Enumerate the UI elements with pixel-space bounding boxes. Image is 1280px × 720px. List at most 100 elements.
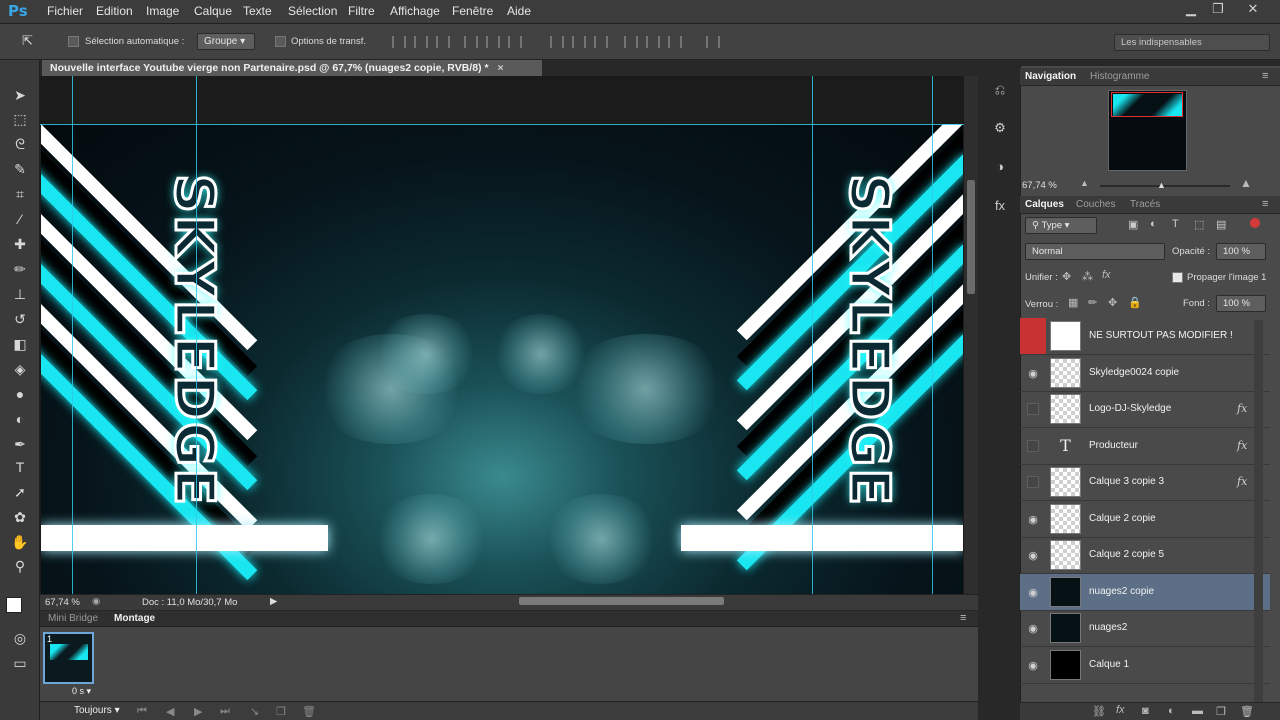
distribute-vcenter-icon[interactable]: [572, 36, 586, 48]
tab-montage[interactable]: Montage: [114, 613, 155, 624]
tab-mini-bridge[interactable]: Mini Bridge: [48, 613, 98, 624]
layer-name[interactable]: Calque 1: [1089, 659, 1129, 670]
move-tool-icon[interactable]: ⇱: [22, 33, 33, 49]
tween-icon[interactable]: ↘: [250, 705, 259, 718]
paint-bucket-icon[interactable]: ◈: [10, 359, 30, 379]
menu-edition[interactable]: Edition: [96, 4, 133, 18]
fx-icon[interactable]: fx: [1237, 402, 1247, 415]
hand-tool-icon[interactable]: ✋: [10, 532, 30, 552]
layer-row[interactable]: NE SURTOUT PAS MODIFIER !: [1020, 318, 1270, 355]
path-select-icon[interactable]: ➚: [10, 482, 30, 502]
blur-tool-icon[interactable]: ●: [10, 384, 30, 404]
align-hcenter-icon[interactable]: [486, 36, 500, 48]
eye-icon[interactable]: ◉: [1026, 622, 1040, 635]
eye-icon[interactable]: ◉: [1026, 549, 1040, 562]
unify-visibility-icon[interactable]: ⁂: [1082, 270, 1093, 283]
adjustments-panel-icon[interactable]: ⚙: [990, 118, 1010, 138]
align-right-icon[interactable]: [508, 36, 522, 48]
filter-adjust-icon[interactable]: ◐: [1150, 218, 1157, 230]
auto-align-icon[interactable]: [706, 36, 720, 48]
filter-type-icon[interactable]: T: [1172, 218, 1179, 230]
healing-brush-icon[interactable]: ✚: [10, 234, 30, 254]
pen-tool-icon[interactable]: ✒: [10, 434, 30, 454]
minimize-button[interactable]: ▁: [1180, 1, 1202, 17]
duplicate-frame-icon[interactable]: ❐: [276, 705, 286, 718]
layer-row[interactable]: Calque 3 copie 3 fx: [1020, 464, 1270, 501]
layer-row[interactable]: ◉ nuages2: [1020, 610, 1270, 647]
layer-name[interactable]: Producteur: [1089, 440, 1138, 451]
lock-all-icon[interactable]: 🔒: [1128, 296, 1142, 309]
unify-style-icon[interactable]: fx: [1102, 269, 1111, 281]
crop-tool-icon[interactable]: ⌗: [10, 184, 30, 204]
filter-shape-icon[interactable]: ⬚: [1194, 218, 1204, 231]
eye-icon[interactable]: ◉: [1026, 586, 1040, 599]
layer-name[interactable]: nuages2 copie: [1089, 586, 1154, 597]
tab-channels[interactable]: Couches: [1076, 199, 1115, 210]
styles-panel-icon[interactable]: ◑: [990, 157, 1010, 177]
filter-smart-icon[interactable]: ▤: [1216, 218, 1226, 231]
zoom-level[interactable]: 67,74 %: [45, 597, 80, 608]
menu-fichier[interactable]: Fichier: [47, 4, 83, 18]
prev-frame-icon[interactable]: ◀: [166, 705, 174, 718]
filter-pixel-icon[interactable]: ▣: [1128, 218, 1138, 231]
layer-row[interactable]: ◉ Calque 1: [1020, 647, 1270, 684]
new-group-icon[interactable]: ▬: [1192, 705, 1203, 717]
lock-transparent-icon[interactable]: ▦: [1068, 296, 1078, 309]
loop-dropdown[interactable]: Toujours ▾: [74, 705, 120, 716]
fx-icon[interactable]: fx: [1237, 475, 1247, 488]
quick-select-tool-icon[interactable]: ✎: [10, 159, 30, 179]
close-window-button[interactable]: ✕: [1242, 1, 1264, 17]
document-tab[interactable]: Nouvelle interface Youtube vierge non Pa…: [42, 60, 542, 76]
layer-row[interactable]: Logo-DJ-Skyledge fx: [1020, 391, 1270, 428]
layer-name[interactable]: Calque 2 copie 5: [1089, 549, 1164, 560]
animation-frame-1[interactable]: 1: [43, 632, 94, 684]
guide-vertical-4[interactable]: [932, 76, 933, 594]
menu-affichage[interactable]: Affichage: [390, 4, 440, 18]
status-menu-arrow-icon[interactable]: ▶: [270, 596, 277, 607]
add-style-icon[interactable]: fx: [1116, 704, 1125, 716]
zoom-out-icon[interactable]: ▲: [1080, 178, 1089, 188]
distribute-hcenter-icon[interactable]: [646, 36, 660, 48]
propagate-checkbox[interactable]: [1172, 272, 1183, 283]
align-top-icon[interactable]: [392, 36, 406, 48]
distribute-left-icon[interactable]: [624, 36, 638, 48]
layer-name[interactable]: Calque 2 copie: [1089, 513, 1156, 524]
adjustment-layer-icon[interactable]: ◐: [1168, 705, 1175, 717]
tab-layers[interactable]: Calques: [1025, 199, 1064, 210]
horizontal-scroll-thumb[interactable]: [519, 597, 724, 605]
guide-horizontal-1[interactable]: [40, 124, 964, 125]
history-panel-icon[interactable]: ⎌: [990, 80, 1010, 100]
menu-image[interactable]: Image: [146, 4, 179, 18]
document-artwork[interactable]: SKYLEDGE SKYLEDGE: [41, 124, 963, 594]
close-document-icon[interactable]: ×: [497, 62, 503, 74]
play-icon[interactable]: ▶: [194, 705, 202, 718]
transform-options-checkbox[interactable]: [275, 36, 286, 47]
eye-icon[interactable]: ◉: [1026, 659, 1040, 672]
tab-navigation[interactable]: Navigation: [1025, 71, 1076, 82]
zoom-tool-icon[interactable]: ⚲: [10, 556, 30, 576]
layer-filter-dropdown[interactable]: ⚲ Type ▾: [1025, 217, 1097, 234]
dodge-tool-icon[interactable]: ◐: [10, 409, 30, 429]
blend-mode-dropdown[interactable]: Normal: [1025, 243, 1165, 260]
menu-aide[interactable]: Aide: [507, 4, 531, 18]
fx-icon[interactable]: fx: [1237, 439, 1247, 452]
first-frame-icon[interactable]: ⏮: [137, 705, 147, 718]
distribute-top-icon[interactable]: [550, 36, 564, 48]
distribute-right-icon[interactable]: [668, 36, 682, 48]
delete-layer-icon[interactable]: 🗑: [1240, 705, 1254, 718]
align-vcenter-icon[interactable]: [414, 36, 428, 48]
menu-fenetre[interactable]: Fenêtre: [452, 4, 493, 18]
delete-frame-icon[interactable]: 🗑: [302, 705, 316, 718]
vertical-scrollbar[interactable]: [964, 76, 978, 594]
eyedropper-tool-icon[interactable]: ⁄: [10, 209, 30, 229]
fill-input[interactable]: 100 %: [1216, 295, 1266, 312]
layer-row[interactable]: T Producteur fx: [1020, 428, 1270, 465]
tab-histogram[interactable]: Histogramme: [1090, 71, 1149, 82]
layer-name[interactable]: Calque 3 copie 3: [1089, 476, 1164, 487]
menu-filtre[interactable]: Filtre: [348, 4, 375, 18]
menu-calque[interactable]: Calque: [194, 4, 232, 18]
guide-vertical-1[interactable]: [72, 76, 73, 594]
lock-position-icon[interactable]: ✥: [1108, 296, 1117, 309]
eye-icon[interactable]: ◉: [1026, 367, 1040, 380]
link-layers-icon[interactable]: ⛓: [1092, 705, 1106, 718]
